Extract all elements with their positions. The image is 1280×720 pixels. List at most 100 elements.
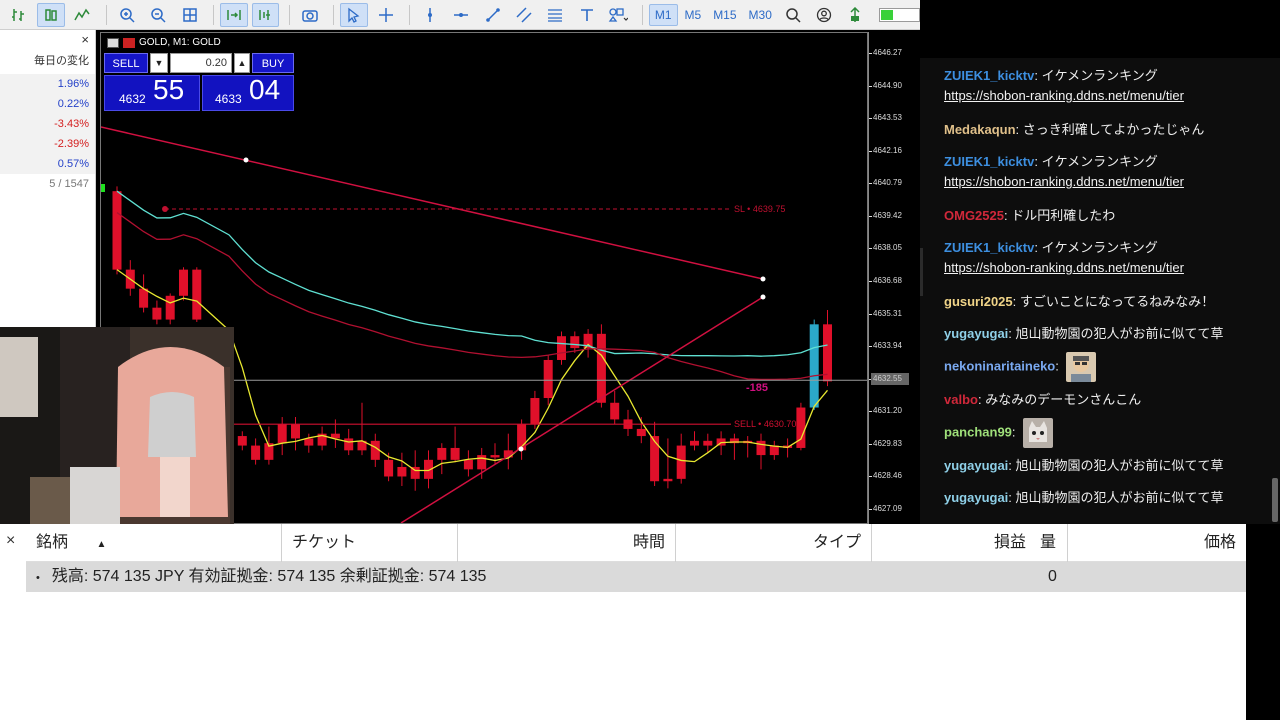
price-axis-tick [869,509,872,510]
vertical-line-icon[interactable] [416,3,443,27]
trendline-icon[interactable] [479,3,506,27]
timeframe-m5[interactable]: M5 [680,5,707,25]
daily-change-row[interactable]: -2.39% [0,134,95,154]
zoom-out-icon[interactable] [145,3,172,27]
price-axis-label: 4646.27 [873,48,902,57]
balance-row[interactable]: • 残高: 574 135 JPY 有効証拠金: 574 135 余剰証拠金: 5… [26,562,1246,592]
candle-body [112,191,122,270]
sell-button[interactable]: SELL [104,53,148,73]
chat-link[interactable]: https://shobon-ranking.ddns.net/menu/tie… [944,260,1184,275]
candle-body [304,438,314,446]
fibonacci-icon[interactable] [542,3,569,27]
column-price[interactable]: 価格 [1068,524,1246,562]
buy-button[interactable]: BUY [252,53,294,73]
cat-emote-icon [1023,418,1054,448]
shapes-icon[interactable] [604,3,631,27]
close-icon[interactable]: × [81,32,89,47]
chat-text: ドル円利確したわ [1011,208,1116,223]
candlestick-chart-icon[interactable] [6,3,33,27]
cursor-icon[interactable] [340,2,368,27]
trend-line-handle [243,157,249,163]
timeframe-m1[interactable]: M1 [648,3,678,26]
chat-username[interactable]: yugayugai [944,458,1008,473]
chat-link[interactable]: https://shobon-ranking.ddns.net/menu/tie… [944,88,1184,103]
buy-price-box[interactable]: 4633 04 [202,74,294,111]
daily-change-row[interactable]: 0.22% [0,94,95,114]
toolbar-separator [289,4,291,25]
daily-change-row[interactable]: 1.96% [0,74,95,94]
sell-order-label: SELL • 4630.70 [734,419,796,429]
candle-body [703,440,713,446]
price-axis-tick [869,281,872,282]
timeframe-m30[interactable]: M30 [744,5,777,25]
candle-body [690,440,699,446]
price-axis-tick [869,411,872,413]
price-axis-tick [869,183,872,185]
chat-message: yugayugai: 旭山動物園の犯人がお前に似てて草 [944,490,1224,505]
daily-change-row[interactable]: -3.43% [0,114,95,134]
candle-body [384,459,394,477]
column-type[interactable]: タイプ [676,524,872,562]
chat-username[interactable]: yugayugai [944,326,1008,341]
daily-change-header[interactable]: 毎日の変化 [34,52,89,68]
auto-scroll-icon[interactable] [220,2,248,27]
price-axis-tick [869,476,872,478]
current-price-tag: 4632.55 [871,373,909,386]
chat-username[interactable]: yugayugai [944,490,1008,505]
chat-username[interactable]: OMG2525 [944,208,1004,223]
price-axis[interactable]: 4646.27 4644.90 4643.53 4642.16 4640.79 4639.… [868,32,920,524]
text-tool-icon[interactable] [573,3,600,27]
candle-body [165,295,175,320]
column-profit[interactable]: 損益 [872,524,1036,562]
chat-scrollbar[interactable] [1272,478,1278,522]
column-symbol[interactable]: 銘柄 ▲ [26,524,282,562]
chat-username[interactable]: nekoninaritaineko [944,358,1055,373]
close-icon[interactable]: × [6,532,15,550]
candle-body [557,336,566,360]
chat-username[interactable]: panchan99 [944,424,1012,439]
toolbar-separator [641,4,643,25]
chat-username[interactable]: gusuri2025 [944,294,1013,309]
bar-chart-icon[interactable] [37,2,65,27]
price-axis-tick [869,118,872,120]
search-icon[interactable] [779,3,806,27]
horizontal-line-icon[interactable] [448,3,475,27]
chat-username[interactable]: ZUIEK1_kicktv [944,68,1034,83]
terminal-side-strip [0,592,26,720]
timeframe-m15[interactable]: M15 [708,5,741,25]
price-axis-label: 4636.68 [873,276,902,285]
lot-decrease-icon[interactable]: ▼ [150,53,168,73]
column-ticket[interactable]: チケット [282,524,458,562]
column-time[interactable]: 時間 [458,524,676,562]
price-axis-tick [869,346,872,348]
chat-message: yugayugai: 旭山動物園の犯人がお前に似てて草 [944,326,1224,341]
chat-username[interactable]: Medakaqun [944,122,1016,137]
algo-trading-icon[interactable] [842,3,869,27]
sell-price-box[interactable]: 4632 55 [104,74,200,111]
candle-body [756,440,766,456]
line-chart-icon[interactable] [69,3,96,27]
channel-icon[interactable] [510,3,537,27]
chart-shift-icon[interactable] [251,2,280,27]
trend-line-handle [760,276,766,282]
trend-line-handle [760,294,766,300]
account-icon[interactable] [810,3,837,27]
stop-loss-handle [162,206,168,213]
daily-change-row[interactable]: 0.57% [0,154,95,174]
sell-price-pips: 55 [153,74,185,105]
column-volume[interactable]: 量 [1036,524,1068,562]
zoom-in-icon[interactable] [113,3,140,27]
screenshot-icon[interactable] [296,3,323,27]
lot-increase-icon[interactable]: ▲ [234,53,250,73]
toolbar-separator [106,4,108,25]
crosshair-icon[interactable] [372,3,399,27]
toolbar-separator [409,4,411,25]
price-axis-tick [869,85,872,87]
candle-body [251,445,261,460]
lot-size-input[interactable]: 0.20 [170,53,232,73]
chat-link[interactable]: https://shobon-ranking.ddns.net/menu/tie… [944,174,1184,189]
chat-username[interactable]: ZUIEK1_kicktv [944,240,1034,255]
chat-username[interactable]: ZUIEK1_kicktv [944,154,1034,169]
tile-windows-icon[interactable] [176,3,203,27]
chat-username[interactable]: valbo [944,392,978,407]
